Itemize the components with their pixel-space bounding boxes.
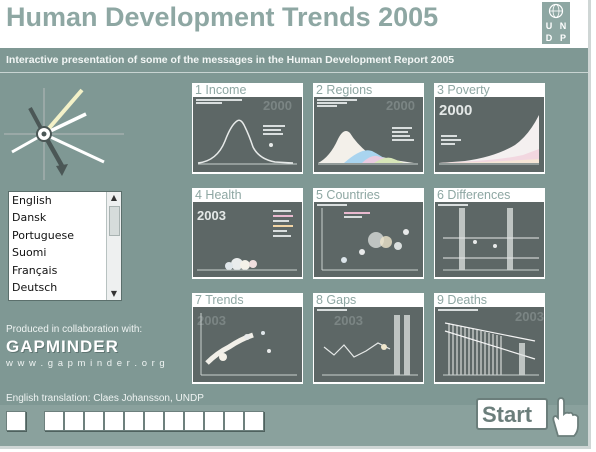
compass-logo-icon: [4, 88, 124, 180]
panel-thumbnail: 2003: [314, 307, 423, 382]
nav-button-2[interactable]: [44, 411, 64, 431]
panel-thumbnail: [435, 202, 544, 277]
scroll-up-arrow-icon[interactable]: ▲: [107, 192, 121, 204]
nav-button-6[interactable]: [124, 411, 144, 431]
gapminder-logo[interactable]: GAPMINDER: [6, 337, 119, 357]
pointing-hand-icon[interactable]: [544, 396, 584, 438]
divider: [0, 72, 588, 73]
language-list-items: English Dansk Portuguese Suomi Français …: [9, 192, 106, 296]
translation-credit: English translation: Claes Johansson, UN…: [6, 393, 204, 404]
panel-year: 2000: [439, 102, 472, 119]
language-item-suomi[interactable]: Suomi: [9, 244, 106, 261]
panel-deaths[interactable]: 9 Deaths 2003: [434, 293, 545, 384]
undp-letter: P: [559, 33, 566, 43]
panel-thumbnail: [314, 202, 423, 277]
panel-title: 8 Gaps: [316, 293, 357, 307]
undp-letter: N: [559, 21, 567, 31]
nav-button-1[interactable]: [6, 411, 26, 431]
panel-countries[interactable]: 5 Countries: [313, 188, 424, 279]
panel-title: 2 Regions: [316, 83, 373, 97]
panel-title: 1 Income: [195, 83, 247, 97]
panel-title: 6 Differences: [437, 188, 511, 202]
start-button[interactable]: Start: [476, 398, 548, 430]
panel-title: 7 Trends: [195, 293, 244, 307]
scroll-thumb[interactable]: [109, 206, 120, 236]
panel-differences[interactable]: 6 Differences: [434, 188, 545, 279]
nav-button-11[interactable]: [224, 411, 244, 431]
nav-button-3[interactable]: [64, 411, 84, 431]
nav-button-5[interactable]: [104, 411, 124, 431]
panel-thumbnail: 2000: [193, 97, 302, 172]
nav-button-4[interactable]: [84, 411, 104, 431]
panel-trends[interactable]: 7 Trends 2003: [192, 293, 303, 384]
panel-title: 3 Poverty: [437, 83, 490, 97]
language-item-english[interactable]: English: [9, 192, 106, 209]
language-list[interactable]: English Dansk Portuguese Suomi Français …: [8, 191, 122, 301]
nav-button-7[interactable]: [144, 411, 164, 431]
panel-year: 2000: [386, 98, 415, 113]
panel-thumbnail: 2003: [193, 307, 302, 382]
panel-title: 9 Deaths: [437, 293, 488, 307]
header: Human Development Trends 2005 U N D P: [0, 0, 588, 48]
language-item-francais[interactable]: Français: [9, 262, 106, 279]
panel-thumbnail: 2003: [193, 202, 302, 277]
panel-thumbnail: 2003: [435, 307, 544, 382]
panel-title: 4 Health: [195, 188, 242, 202]
nav-button-9[interactable]: [184, 411, 204, 431]
panel-health[interactable]: 4 Health 2003: [192, 188, 303, 279]
panel-title: 5 Countries: [316, 188, 380, 202]
un-globe-icon: [542, 2, 570, 20]
panel-year: 2003: [515, 309, 544, 324]
undp-logo: U N D P: [542, 2, 570, 44]
panel-year: 2000: [263, 98, 292, 113]
panel-thumbnail: 2000: [435, 97, 544, 172]
page-title: Human Development Trends 2005: [6, 2, 439, 32]
language-scrollbar[interactable]: ▲ ▼: [106, 192, 121, 300]
language-item-dansk[interactable]: Dansk: [9, 209, 106, 226]
panel-gaps[interactable]: 8 Gaps 2003: [313, 293, 424, 384]
undp-letter: U: [545, 21, 553, 31]
panel-regions[interactable]: 2 Regions 2000: [313, 83, 424, 174]
app-window: Human Development Trends 2005 U N D P In…: [0, 0, 591, 449]
page-subtitle: Interactive presentation of some of the …: [6, 54, 455, 66]
collaboration-label: Produced in collaboration with:: [6, 324, 143, 335]
language-item-deutsch[interactable]: Deutsch: [9, 279, 106, 296]
panel-year: 2003: [334, 313, 363, 328]
undp-letter: D: [545, 33, 553, 43]
nav-button-8[interactable]: [164, 411, 184, 431]
panel-income[interactable]: 1 Income 2000: [192, 83, 303, 174]
panel-poverty[interactable]: 3 Poverty 2000: [434, 83, 545, 174]
panel-year: 2003: [197, 208, 226, 223]
panel-thumbnail: 2000: [314, 97, 423, 172]
nav-button-10[interactable]: [204, 411, 224, 431]
nav-button-12[interactable]: [244, 411, 264, 431]
language-item-portuguese[interactable]: Portuguese: [9, 227, 106, 244]
gapminder-url-link[interactable]: w w w . g a p m i n d e r . o r g: [6, 358, 166, 369]
scroll-down-arrow-icon[interactable]: ▼: [107, 288, 121, 300]
